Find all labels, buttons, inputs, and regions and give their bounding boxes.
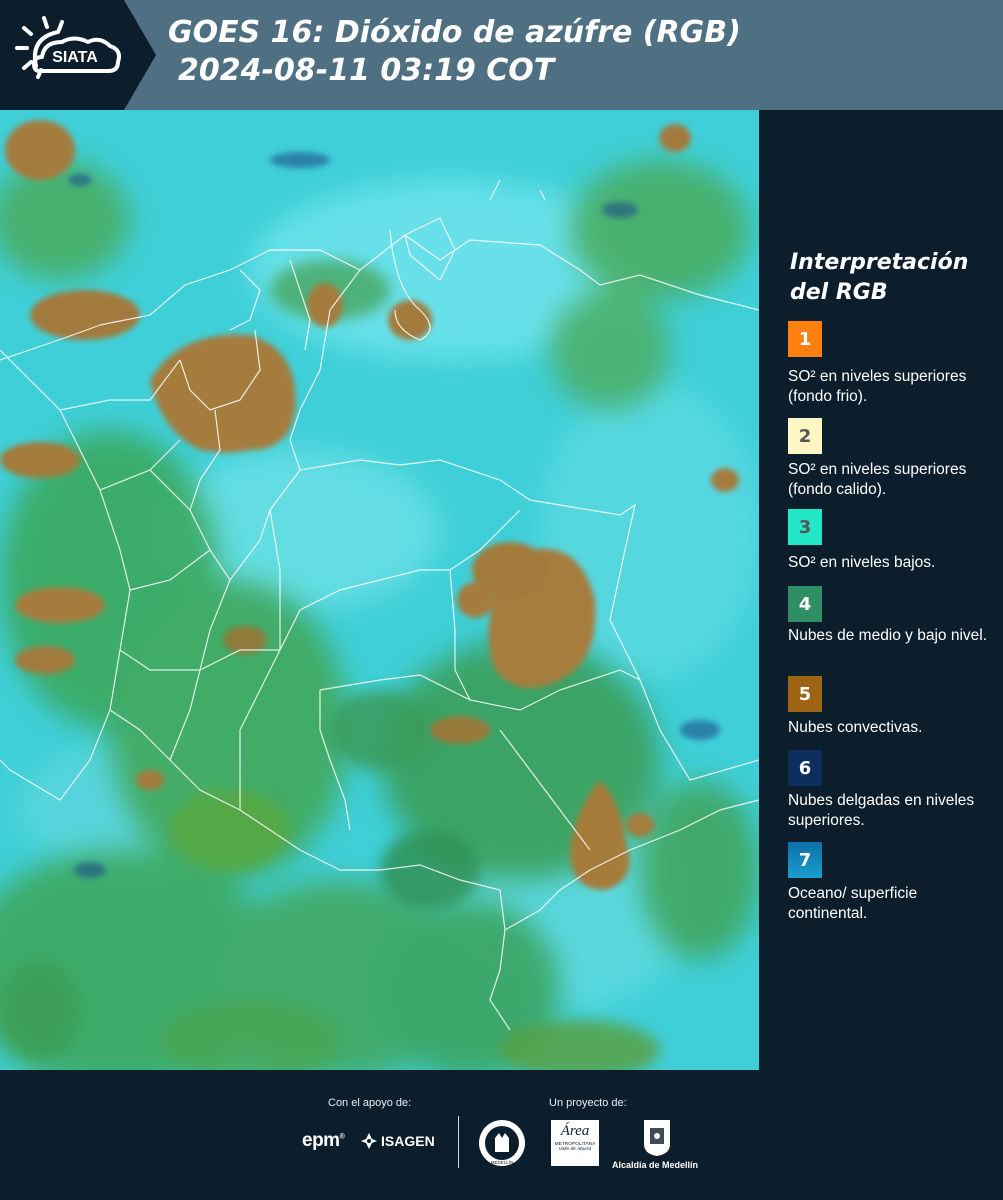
legend-label-1: SO² en niveles superiores (fondo frio).: [788, 368, 967, 405]
title-line-1: GOES 16: Dióxido de azúfre (RGB): [168, 15, 741, 50]
area-metropolitana-logo: Área METROPOLITANA Valle de Aburrá: [551, 1120, 599, 1166]
alcaldia-shield-icon: [644, 1120, 670, 1156]
legend-num-7: 7: [798, 849, 812, 871]
footer-bar: Con el apoyo de: Un proyecto de: epm® IS…: [0, 1070, 1003, 1200]
legend-swatch-1: 1: [788, 321, 822, 357]
title-line-2: 2024-08-11 03:19 COT: [178, 53, 555, 88]
brand-text: SIATA: [52, 49, 98, 66]
legend-num-1: 1: [798, 328, 812, 350]
legend-num-3: 3: [798, 516, 812, 538]
legend-label-5: Nubes convectivas.: [788, 719, 923, 736]
support-caption: Con el apoyo de:: [328, 1097, 412, 1109]
legend-num-4: 4: [798, 593, 812, 615]
legend-num-5: 5: [798, 683, 812, 705]
isagen-mark-icon: [361, 1133, 377, 1149]
legend-swatch-6: 6: [788, 750, 822, 786]
satellite-map: [0, 110, 759, 1070]
alcaldia-text: Alcaldía de Medellín: [612, 1160, 699, 1170]
page-title: GOES 16: Dióxido de azúfre (RGB) 2024-08…: [168, 14, 741, 90]
legend-panel: Interpretación del RGB 1 SO² en niveles …: [768, 110, 1003, 1070]
legend-num-2: 2: [798, 425, 812, 447]
legend-swatch-7: 7: [788, 842, 822, 878]
header-bar: SIATA GOES 16: Dióxido de azúfre (RGB) 2…: [0, 0, 1003, 110]
legend-label-4: Nubes de medio y bajo nivel.: [788, 627, 988, 644]
legend-label-2: SO² en niveles superiores (fondo calido)…: [788, 461, 967, 498]
medellin-seal-icon: MEDELLÍN: [479, 1120, 525, 1166]
isagen-logo: ISAGEN: [360, 1132, 435, 1150]
legend-label-7: Oceano/ superficie continental.: [788, 885, 918, 922]
footer-divider: [458, 1116, 459, 1168]
epm-text: epm: [302, 1130, 340, 1151]
legend-swatch-5: 5: [788, 676, 822, 712]
map-svg: [0, 110, 759, 1070]
project-caption: Un proyecto de:: [549, 1097, 627, 1109]
area-name-text: Área: [560, 1123, 590, 1139]
legend-num-6: 6: [798, 757, 812, 779]
legend-label-6: Nubes delgadas en niveles superiores.: [788, 792, 975, 829]
legend-swatch-4: 4: [788, 586, 822, 622]
siata-logo: SIATA: [0, 0, 156, 110]
legend-label-3: SO² en niveles bajos.: [788, 554, 936, 571]
isagen-text: ISAGEN: [381, 1133, 435, 1149]
legend-swatch-2: 2: [788, 418, 822, 454]
legend-swatch-3: 3: [788, 509, 822, 545]
epm-logo: epm®: [302, 1130, 345, 1151]
legend-title: Interpretación del RGB: [790, 250, 969, 305]
area-sub2-text: Valle de Aburrá: [558, 1147, 592, 1152]
svg-text:MEDELLÍN: MEDELLÍN: [491, 1159, 514, 1165]
